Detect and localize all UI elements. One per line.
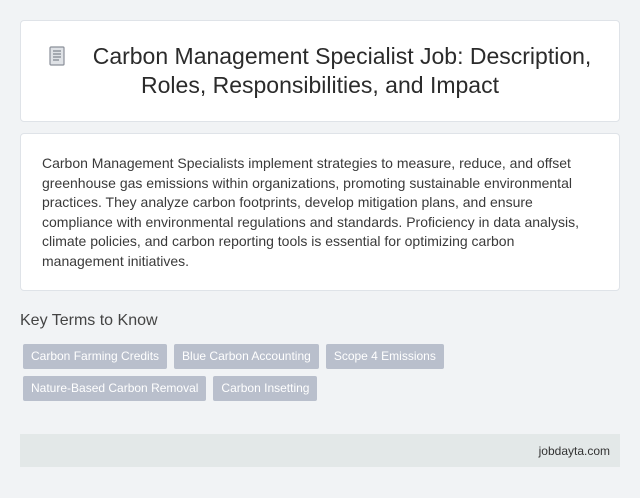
key-term-tag[interactable]: Carbon Farming Credits [23,344,168,369]
site-link[interactable]: jobdayta.com [539,444,610,458]
key-terms-heading: Key Terms to Know [20,312,158,329]
document-icon [49,46,65,66]
job-description: Carbon Management Specialists implement … [42,155,579,269]
description-card: Carbon Management Specialists implement … [20,133,620,291]
key-term-tag[interactable]: Blue Carbon Accounting [174,344,319,369]
footer: jobdayta.com [20,434,620,467]
page-title: Carbon Management Specialist Job: Descri… [21,42,619,100]
page-title-text: Carbon Management Specialist Job: Descri… [92,43,592,98]
title-card: Carbon Management Specialist Job: Descri… [20,20,620,122]
key-term-tag[interactable]: Carbon Insetting [213,376,318,401]
key-terms-list: Carbon Farming Credits Blue Carbon Accou… [23,344,463,401]
key-term-tag[interactable]: Nature-Based Carbon Removal [23,376,207,401]
key-term-tag[interactable]: Scope 4 Emissions [325,344,444,369]
